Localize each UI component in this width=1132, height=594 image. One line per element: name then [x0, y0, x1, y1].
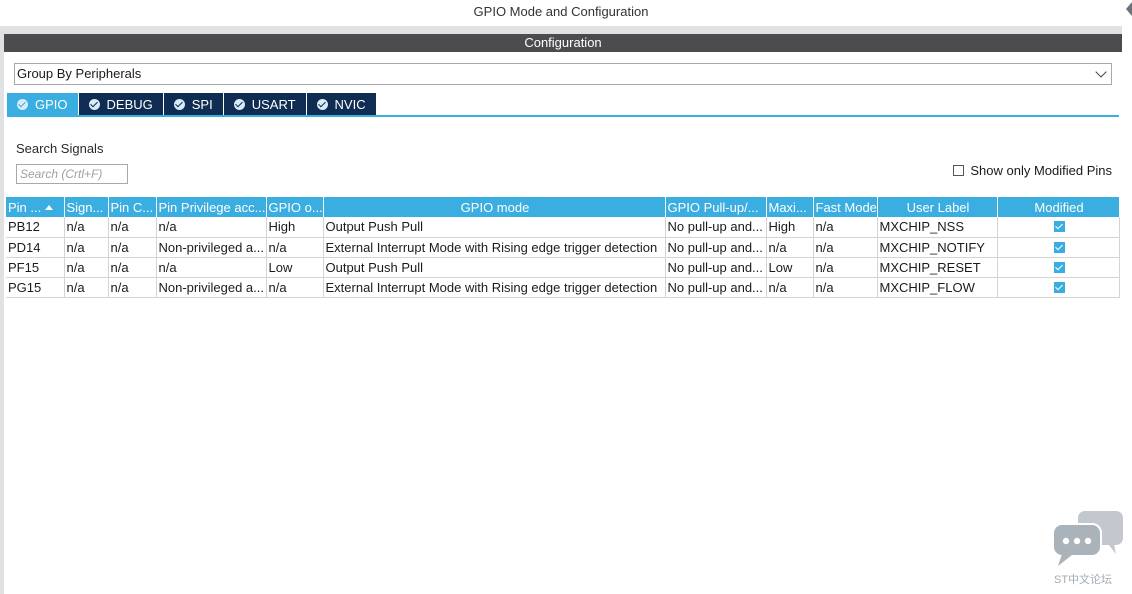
cell-pin-context: n/a	[108, 257, 157, 278]
cell-modified[interactable]	[997, 277, 1120, 298]
check-circle-icon	[17, 98, 28, 110]
cell-pin-context: n/a	[108, 217, 157, 238]
show-modified-label: Show only Modified Pins	[970, 163, 1112, 178]
check-circle-icon	[233, 98, 245, 110]
cell-gpio-output: n/a	[266, 237, 324, 258]
cell-pin: PB12	[6, 217, 65, 238]
tab-gpio[interactable]: GPIO	[7, 93, 78, 115]
cell-user-label: MXCHIP_RESET	[877, 257, 998, 278]
column-header-user-label[interactable]: User Label	[877, 197, 998, 217]
column-header-pin[interactable]: Pin ...	[6, 197, 65, 217]
cell-fast-mode: n/a	[813, 237, 878, 258]
window-title: GPIO Mode and Configuration	[0, 0, 1122, 26]
tab-usart[interactable]: USART	[223, 93, 306, 115]
cell-signal: n/a	[64, 277, 109, 298]
table-row[interactable]: PF15 n/a n/a n/a Low Output Push Pull No…	[6, 257, 1120, 278]
column-header-gpio-output[interactable]: GPIO o...	[266, 197, 324, 217]
column-header-signal[interactable]: Sign...	[64, 197, 109, 217]
tab-label: NVIC	[334, 96, 366, 112]
cell-gpio-mode: External Interrupt Mode with Rising edge…	[323, 237, 666, 258]
cell-pin-context: n/a	[108, 237, 157, 258]
check-circle-icon	[88, 98, 100, 110]
cell-pin-privilege: n/a	[156, 217, 267, 238]
column-header-pin-context[interactable]: Pin C...	[108, 197, 157, 217]
cell-modified[interactable]	[997, 257, 1120, 278]
table-row[interactable]: PG15 n/a n/a Non-privileged a... n/a Ext…	[6, 277, 1120, 298]
column-header-pin-privilege[interactable]: Pin Privilege acc...	[156, 197, 267, 217]
group-by-value: Group By Peripherals	[17, 66, 142, 81]
column-header-pull[interactable]: GPIO Pull-up/...	[665, 197, 767, 217]
cell-pin: PG15	[6, 277, 65, 298]
column-header-modified[interactable]: Modified	[997, 197, 1120, 217]
table-row[interactable]: PB12 n/a n/a n/a High Output Push Pull N…	[6, 217, 1120, 238]
sort-ascending-icon	[45, 204, 54, 210]
tab-debug[interactable]: DEBUG	[78, 93, 163, 115]
column-header-fast-mode[interactable]: Fast Mode	[813, 197, 878, 217]
cell-user-label: MXCHIP_NSS	[877, 217, 998, 238]
cell-gpio-output: High	[266, 217, 324, 238]
checkbox-checked-icon[interactable]	[1053, 281, 1065, 293]
checkbox-checked-icon[interactable]	[1053, 261, 1065, 273]
cell-pull: No pull-up and...	[665, 277, 767, 298]
cell-pin-privilege: n/a	[156, 257, 267, 278]
cell-modified[interactable]	[997, 237, 1120, 258]
tab-label: USART	[251, 96, 296, 112]
cell-max-speed: Low	[766, 257, 814, 278]
cell-fast-mode: n/a	[813, 257, 878, 278]
tab-label: GPIO	[35, 96, 68, 112]
cell-signal: n/a	[64, 217, 109, 238]
cell-signal: n/a	[64, 237, 109, 258]
cell-pin: PD14	[6, 237, 65, 258]
search-signals-label: Search Signals	[16, 141, 104, 156]
cell-fast-mode: n/a	[813, 217, 878, 238]
show-modified-toggle[interactable]: Show only Modified Pins	[953, 163, 1112, 178]
tab-label: DEBUG	[106, 96, 153, 112]
cell-pull: No pull-up and...	[665, 237, 767, 258]
cell-pin-context: n/a	[108, 277, 157, 298]
signals-table: Pin ... Sign... Pin C... Pin Privilege a…	[6, 197, 1120, 298]
tab-label: SPI	[191, 96, 213, 112]
cell-pull: No pull-up and...	[665, 217, 767, 238]
checkbox-checked-icon[interactable]	[1053, 241, 1065, 253]
cell-signal: n/a	[64, 257, 109, 278]
table-row[interactable]: PD14 n/a n/a Non-privileged a... n/a Ext…	[6, 237, 1120, 258]
cell-pin: PF15	[6, 257, 65, 278]
tab-underline	[7, 115, 1119, 117]
chat-bubbles-icon	[1052, 511, 1123, 566]
table-header-row: Pin ... Sign... Pin C... Pin Privilege a…	[6, 197, 1120, 217]
column-header-max-speed[interactable]: Maxi...	[766, 197, 814, 217]
checkbox-checked-icon[interactable]	[1053, 221, 1065, 233]
cell-gpio-mode: Output Push Pull	[323, 257, 666, 278]
tab-nvic[interactable]: NVIC	[306, 93, 376, 115]
check-circle-icon	[173, 98, 185, 110]
cell-modified[interactable]	[997, 217, 1120, 238]
cell-max-speed: High	[766, 217, 814, 238]
column-header-gpio-mode[interactable]: GPIO mode	[323, 197, 666, 217]
cell-max-speed: n/a	[766, 237, 814, 258]
cell-gpio-mode: Output Push Pull	[323, 217, 666, 238]
right-edge	[1122, 0, 1132, 594]
configuration-header: Configuration	[4, 34, 1122, 52]
cell-pin-privilege: Non-privileged a...	[156, 237, 267, 258]
tab-spi[interactable]: SPI	[163, 93, 223, 115]
check-circle-icon	[316, 98, 328, 110]
configuration-panel: Configuration Group By Peripherals GPIO …	[4, 34, 1122, 594]
cell-pull: No pull-up and...	[665, 257, 767, 278]
cell-gpio-mode: External Interrupt Mode with Rising edge…	[323, 277, 666, 298]
peripheral-tabs: GPIO DEBUG SPI USART NVIC	[7, 93, 377, 115]
cell-pin-privilege: Non-privileged a...	[156, 277, 267, 298]
show-modified-checkbox[interactable]	[953, 165, 965, 176]
chevron-down-icon	[1095, 66, 1107, 78]
cell-user-label: MXCHIP_FLOW	[877, 277, 998, 298]
cell-max-speed: n/a	[766, 277, 814, 298]
watermark-label: ST中文论坛	[1054, 574, 1113, 586]
app-window: GPIO Mode and Configuration Configuratio…	[0, 0, 1132, 594]
search-input[interactable]	[16, 164, 128, 184]
collapse-arrow-icon[interactable]	[1126, 2, 1132, 16]
cell-gpio-output: Low	[266, 257, 324, 278]
cell-gpio-output: n/a	[266, 277, 324, 298]
group-by-select[interactable]: Group By Peripherals	[14, 63, 1112, 85]
cell-user-label: MXCHIP_NOTIFY	[877, 237, 998, 258]
cell-fast-mode: n/a	[813, 277, 878, 298]
